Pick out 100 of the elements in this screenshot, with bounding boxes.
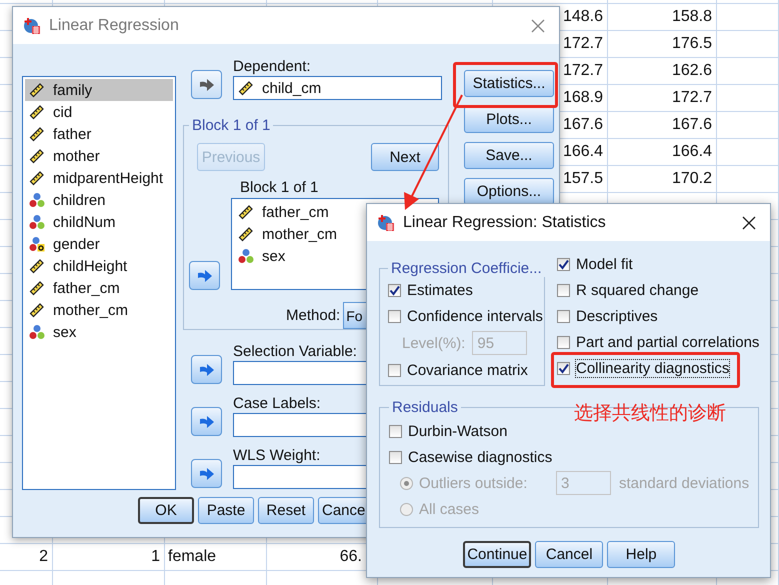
list-item[interactable]: children: [25, 189, 173, 211]
list-label: Block 1 of 1: [240, 179, 320, 196]
input-field[interactable]: child_cm: [233, 76, 442, 100]
checkbox-label: R squared change: [576, 282, 699, 298]
table-cell: 148.6: [562, 8, 603, 25]
checkbox[interactable]: [557, 284, 570, 296]
arrow-button[interactable]: [191, 459, 222, 488]
nav-button[interactable]: Next: [371, 143, 439, 171]
arrow-icon: [198, 78, 214, 92]
arrow-icon: [198, 362, 214, 376]
checkbox[interactable]: [557, 258, 570, 270]
arrow-icon: [196, 268, 212, 282]
ruler-icon: [29, 258, 45, 274]
ruler-icon: [238, 204, 254, 220]
ruler-icon: [29, 302, 45, 318]
field-unit: standard deviations: [619, 474, 750, 492]
table-cell: 166.4: [672, 143, 712, 160]
checkbox-label: Casewise diagnostics: [408, 448, 552, 466]
annotation-text: 选择共线性的诊断: [574, 402, 726, 426]
checkbox-label: Covariance matrix: [407, 362, 528, 378]
checkbox-label: Collinearity diagnostics: [576, 360, 730, 376]
checkbox-label: Part and partial correlations: [576, 334, 760, 350]
ruler-icon: [29, 82, 45, 98]
list-item[interactable]: father_cm: [25, 277, 173, 299]
table-cell: 172.7: [562, 35, 603, 52]
radio-label: All cases: [419, 500, 480, 518]
list-item[interactable]: childHeight: [25, 255, 173, 277]
checkbox[interactable]: [388, 364, 401, 376]
dialog-button[interactable]: Continue: [463, 541, 532, 568]
table-cell: 1: [151, 548, 160, 565]
circles-icon: [29, 324, 45, 340]
ruler-icon: [29, 148, 45, 164]
list-item[interactable]: father: [25, 123, 173, 145]
arrow-icon: [198, 414, 214, 428]
dialog-button[interactable]: Reset: [258, 497, 314, 524]
window-title: Linear Regression: [49, 16, 179, 34]
ruler-icon: [29, 126, 45, 142]
table-cell: 2: [39, 548, 48, 565]
list-item[interactable]: family: [25, 79, 173, 101]
checkbox[interactable]: [557, 362, 570, 374]
radio-label: Outliers outside:: [419, 474, 528, 492]
dialog-button[interactable]: Plots...: [464, 106, 554, 133]
checkbox-label: Confidence intervals: [407, 308, 543, 324]
ruler-icon: [29, 104, 45, 120]
field-label: Case Labels:: [233, 395, 321, 413]
method-label: Method:: [286, 307, 340, 324]
group-title: Residuals: [391, 399, 459, 416]
table-cell: 158.8: [672, 8, 712, 25]
checkbox[interactable]: [388, 310, 401, 322]
ruler-icon: [238, 226, 254, 242]
ruler-icon: [29, 170, 45, 186]
ruler-icon: [238, 80, 254, 96]
dialog-button[interactable]: Options...: [464, 178, 554, 205]
dialog-button[interactable]: Statistics...: [464, 70, 554, 97]
arrow-button[interactable]: [191, 407, 222, 436]
circles-icon: [238, 248, 254, 264]
table-cell: 167.6: [672, 116, 712, 133]
arrow-button[interactable]: [189, 261, 220, 290]
list-item[interactable]: gender: [25, 233, 173, 255]
checkbox-label: Descriptives: [576, 308, 658, 324]
close-icon[interactable]: [742, 216, 756, 230]
table-cell: 176.5: [672, 35, 712, 52]
list-item[interactable]: mother_cm: [25, 299, 173, 321]
checkbox[interactable]: [557, 310, 570, 322]
table-cell: 162.6: [672, 62, 712, 79]
table-cell: 168.9: [562, 89, 603, 106]
dialog-button[interactable]: Help: [607, 541, 676, 568]
checkbox[interactable]: [389, 450, 402, 464]
field-label: Dependent:: [233, 58, 311, 76]
field-label: WLS Weight:: [233, 447, 320, 465]
circles-icon: [29, 214, 45, 230]
checkbox[interactable]: [389, 424, 402, 438]
list-item[interactable]: midparentHeight: [25, 167, 173, 189]
arrow-button[interactable]: [191, 355, 222, 384]
checkbox[interactable]: [388, 284, 401, 296]
app-icon: [23, 16, 41, 34]
list-item[interactable]: mother: [25, 145, 173, 167]
table-cell: 66.: [340, 548, 362, 565]
table-cell: 167.6: [562, 116, 603, 133]
list-item[interactable]: childNum: [25, 211, 173, 233]
variable-list[interactable]: family cid father mother midparentHeight children childNum gender childHeight father_cm mother_cm sex: [22, 76, 176, 490]
list-item[interactable]: cid: [25, 101, 173, 123]
table-cell: 166.4: [562, 143, 603, 160]
table-cell: female: [168, 548, 216, 565]
checkbox[interactable]: [557, 336, 570, 348]
dialog-button[interactable]: Paste: [198, 497, 254, 524]
circles-icon: [29, 192, 45, 208]
group-title: Block 1 of 1: [191, 117, 272, 134]
ruler-icon: [29, 280, 45, 296]
checkbox-label: Durbin-Watson: [408, 422, 508, 440]
list-item[interactable]: sex: [25, 321, 173, 343]
field-label: Level(%):: [402, 334, 466, 352]
table-cell: 172.7: [562, 62, 603, 79]
field-value: child_cm: [262, 80, 322, 96]
app-icon: [377, 214, 395, 232]
arrow-icon: [198, 466, 214, 480]
dialog-button[interactable]: Cancel: [535, 541, 604, 568]
dialog-button[interactable]: OK: [138, 497, 194, 524]
dialog-button[interactable]: Save...: [464, 142, 554, 169]
table-cell: 157.5: [562, 170, 603, 187]
